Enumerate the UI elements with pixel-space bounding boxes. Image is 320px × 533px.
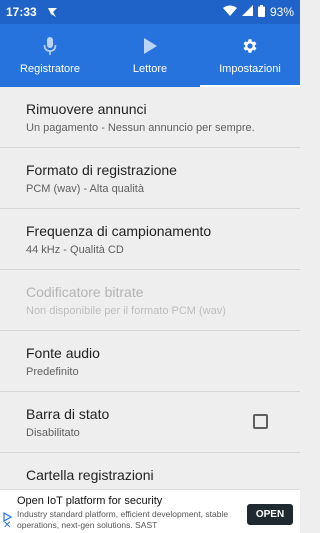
setting-subtitle: 44 kHz - Qualità CD [26,244,124,256]
setting-codificatore-bitrate: Codificatore bitrate Non disponibile per… [0,270,300,331]
setting-subtitle: Un pagamento - Nessun annuncio per sempr… [26,122,255,134]
tab-label: Lettore [132,63,168,75]
microphone-icon [43,36,57,56]
setting-title: Cartella registrazioni [26,467,154,483]
close-icon[interactable]: ✕ [3,521,11,531]
setting-title: Fonte audio [26,345,100,361]
status-bar: 17:33 93% [0,0,300,24]
setting-frequenza-campionamento[interactable]: Frequenza di campionamento 44 kHz - Qual… [0,209,300,270]
tab-impostazioni[interactable]: Impostazioni [200,24,300,87]
gear-icon [241,36,259,56]
notification-icon [47,7,58,18]
battery-icon [257,4,265,20]
setting-title: Frequenza di campionamento [26,223,212,239]
setting-barra-di-stato[interactable]: Barra di stato Disabilitato [0,392,300,453]
setting-subtitle: PCM (wav) - Alta qualità [26,183,144,195]
ad-banner[interactable]: ✕ Open IoT platform for security Industr… [0,489,300,533]
battery-percentage: 93% [269,5,294,19]
ad-title[interactable]: Open IoT platform for security [17,495,162,507]
settings-list: Rimuovere annunci Un pagamento - Nessun … [0,87,300,489]
tab-bar: Registratore Lettore Impostazioni [0,24,300,87]
tab-registratore[interactable]: Registratore [0,24,100,87]
setting-fonte-audio[interactable]: Fonte audio Predefinito [0,331,300,392]
play-icon [143,36,157,56]
ad-text: Industry standard platform, efficient de… [17,509,229,530]
signal-icon [241,5,253,19]
status-time: 17:33 [6,5,37,19]
status-bar-checkbox[interactable] [253,414,268,429]
status-indicators: 93% [222,4,294,20]
setting-formato-registrazione[interactable]: Formato di registrazione PCM (wav) - Alt… [0,148,300,209]
wifi-icon [222,5,237,19]
setting-subtitle: Predefinito [26,366,79,378]
setting-title: Barra di stato [26,406,110,422]
tab-label: Impostazioni [219,63,281,75]
setting-subtitle: Non disponibile per il formato PCM (wav) [26,305,226,317]
setting-rimuovere-annunci[interactable]: Rimuovere annunci Un pagamento - Nessun … [0,87,300,148]
tab-label: Registratore [20,63,80,75]
setting-title: Formato di registrazione [26,162,177,178]
setting-title: Codificatore bitrate [26,284,144,300]
open-button[interactable]: OPEN [247,504,293,525]
setting-subtitle: Disabilitato [26,427,80,439]
setting-cartella-registrazioni[interactable]: Cartella registrazioni [0,453,300,489]
setting-title: Rimuovere annunci [26,101,147,117]
tab-lettore[interactable]: Lettore [100,24,200,87]
